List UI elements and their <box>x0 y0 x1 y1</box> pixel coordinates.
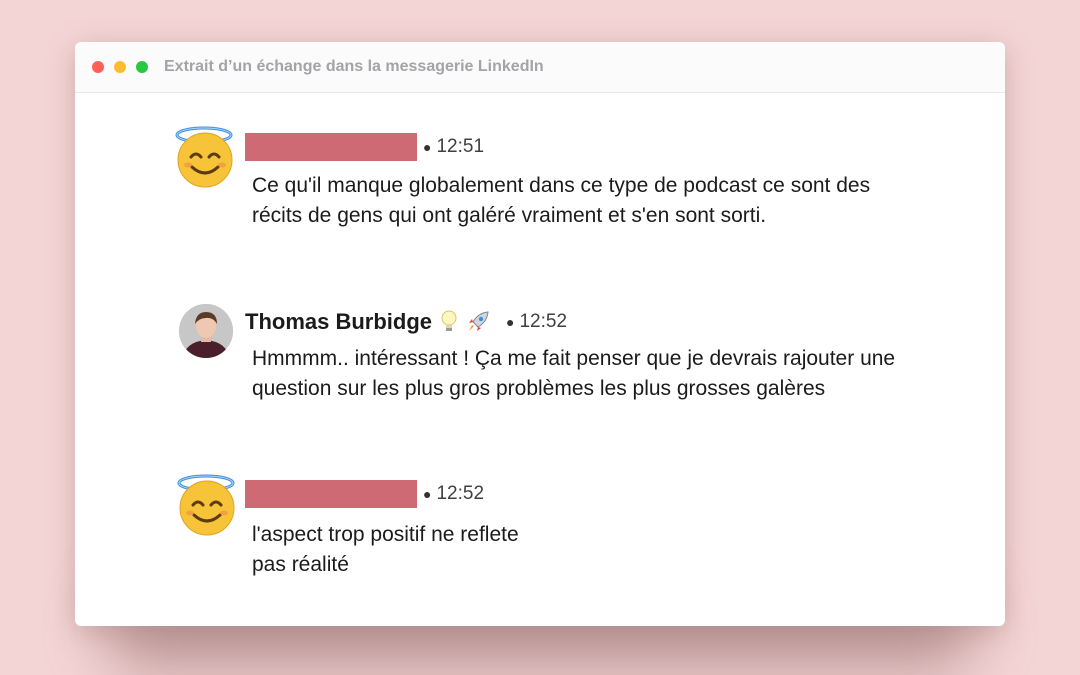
close-button[interactable] <box>92 61 104 73</box>
smiling-face-with-halo-icon <box>177 474 235 536</box>
separator-dot: ● <box>506 314 515 330</box>
separator-dot: ● <box>423 486 432 502</box>
sender-name[interactable]: Thomas Burbidge <box>245 309 432 335</box>
app-window: Extrait d’un échange dans la messagerie … <box>75 42 1005 626</box>
message-body: l'aspect trop positif ne reflete pas réa… <box>252 520 912 580</box>
separator-dot: ● <box>423 139 432 155</box>
message-time: 12:52 <box>436 483 485 504</box>
message-header: Thomas Burbidge ● 12:52 <box>245 307 567 337</box>
message-time: 12:51 <box>436 136 485 157</box>
profile-photo-icon <box>179 304 233 358</box>
message-body: Ce qu'il manque globalement dans ce type… <box>252 171 912 231</box>
window-title: Extrait d’un échange dans la messagerie … <box>164 58 544 75</box>
rocket-icon <box>469 311 489 331</box>
title-bar: Extrait d’un échange dans la messagerie … <box>75 42 1005 93</box>
message-header: ● 12:52 <box>245 479 484 509</box>
minimize-button[interactable] <box>114 61 126 73</box>
message-time: 12:52 <box>519 311 568 332</box>
redacted-sender-name <box>245 133 417 161</box>
message-body: Hmmmm.. intéressant ! Ça me fait penser … <box>252 344 912 404</box>
maximize-button[interactable] <box>136 61 148 73</box>
name-badges <box>440 310 492 334</box>
light-bulb-icon <box>441 310 457 331</box>
message-text-line: l'aspect trop positif ne reflete <box>252 523 519 546</box>
message-text: Hmmmm.. intéressant ! Ça me fait penser … <box>252 347 896 400</box>
smiling-face-with-halo-icon <box>175 126 233 188</box>
redacted-sender-name <box>245 480 417 508</box>
message-text: Ce qu'il manque globalement dans ce type… <box>252 174 871 227</box>
message-header: ● 12:51 <box>245 132 484 162</box>
message-text-line: pas réalité <box>252 553 349 576</box>
avatar[interactable] <box>179 304 233 358</box>
